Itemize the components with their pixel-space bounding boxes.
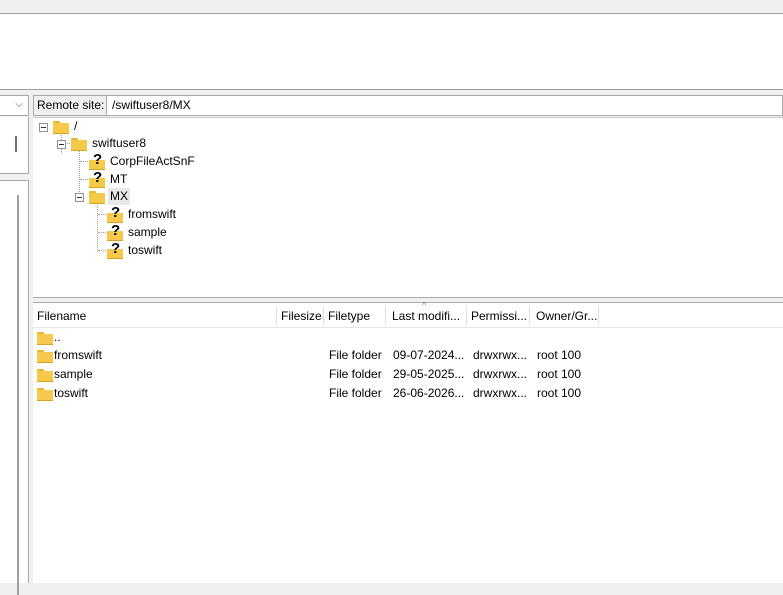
column-owner-group[interactable]: Owner/Gr... [536,303,598,327]
collapse-root-icon[interactable] [39,123,48,132]
remote-path-input[interactable]: /swiftuser8/MX [106,95,783,116]
column-permissions[interactable]: Permissi... [471,303,526,327]
column-filesize[interactable]: Filesize [281,303,321,327]
folder-icon [89,191,105,204]
toolbar-strip [0,0,783,13]
folder-icon [37,350,53,363]
local-tree-scrollbar[interactable] [15,136,17,152]
file-list-header: Filename Filesize Filetype ^ Last modifi… [33,300,783,328]
local-file-list[interactable] [0,180,29,595]
owner-group: root 100 [537,367,582,381]
remote-site-label: Remote site: [33,95,109,116]
column-last-modified[interactable]: Last modifi... [392,303,466,327]
chevron-down-icon[interactable]: ⌵ [15,99,23,110]
table-row[interactable]: sample File folder 29-05-2025... drwxrwx… [33,365,783,384]
folder-icon [37,388,53,401]
owner-group: root 100 [537,348,582,362]
filename: toswift [54,386,89,400]
collapse-user-icon[interactable] [57,140,66,149]
table-row[interactable]: fromswift File folder 09-07-2024... drwx… [33,346,783,365]
unknown-folder-icon: ? [107,223,123,241]
local-list-scrollbar[interactable] [17,195,19,595]
column-filename[interactable]: Filename [37,303,277,327]
folder-icon [37,369,53,382]
last-modified: 09-07-2024... [393,348,465,362]
message-log [0,13,783,90]
filename: fromswift [54,348,102,362]
filetype: File folder [329,367,382,381]
local-site-combo[interactable]: ⌵ [0,95,29,116]
unknown-folder-icon: ? [107,205,123,223]
last-modified: 29-05-2025... [393,367,465,381]
unknown-folder-icon: ? [107,241,123,259]
filename: sample [54,367,93,381]
owner-group: root 100 [537,386,582,400]
remote-file-list[interactable]: Filename Filesize Filetype ^ Last modifi… [33,300,783,583]
local-tree[interactable] [0,117,29,174]
permissions: drwxrwx... [473,367,527,381]
column-filetype[interactable]: Filetype [328,303,386,327]
unknown-folder-icon: ? [89,170,105,188]
list-item-parent[interactable]: .. [33,328,783,347]
permissions: drwxrwx... [473,386,527,400]
unknown-folder-icon: ? [89,152,105,170]
filetype: File folder [329,348,382,362]
folder-icon [37,332,53,345]
table-row[interactable]: toswift File folder 26-06-2026... drwxrw… [33,384,783,403]
remote-site-bar: Remote site: /swiftuser8/MX [33,95,783,116]
filetype: File folder [329,386,382,400]
collapse-mx-icon[interactable] [75,193,84,202]
remote-directory-tree[interactable]: / swiftuser8 ? CorpFileActSnF ? MT MX ? … [33,117,783,298]
permissions: drwxrwx... [473,348,527,362]
folder-icon [53,121,69,134]
folder-icon [71,138,87,151]
last-modified: 26-06-2026... [393,386,465,400]
